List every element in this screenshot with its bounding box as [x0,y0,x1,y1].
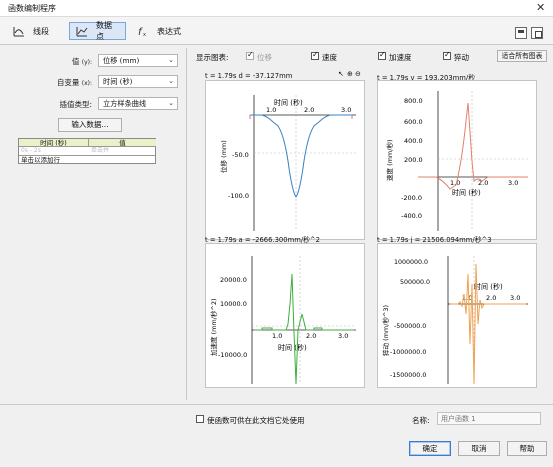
tick-y: -200.0 [401,194,422,202]
tick-x: 3.0 [341,106,351,114]
share-label: 使函数可供在此文档它处使用 [207,416,305,425]
tab-datapoint-label: 数据点 [96,21,112,41]
acceleration-ylabel: 加速度 (mm/秒^2) [209,298,218,356]
chevron-down-icon: ⌄ [168,99,174,107]
display-label: 显示图表: [196,53,229,62]
tick-x: 2.0 [306,332,316,340]
table-add-row[interactable]: 单击以添加行 [19,155,155,164]
tick-x: 3.0 [338,332,348,340]
tick-y: 10000.0 [220,300,247,308]
tick-y: -50.0 [232,151,249,159]
title-bar: 函数编制程序 ✕ [0,0,553,17]
datapoint-icon [76,27,88,37]
checkbox-acceleration-label: 加速度 [389,53,412,62]
acceleration-chart: 20000.0 10000.0 -10000.0 1.0 2.0 3.0 时间 … [209,256,356,385]
checkbox-acceleration[interactable] [378,50,386,60]
window-title: 函数编制程序 [8,4,56,13]
checkbox-jerk-label: 猝动 [454,53,469,62]
position-stat: t = 1.79s d = -37.127mm [205,72,293,80]
tick-x: 3.0 [508,179,518,187]
tick-y: -500000.0 [394,323,426,330]
tab-expression[interactable]: fx 表达式 [130,22,190,40]
chevron-down-icon: ⌄ [168,77,174,85]
value-combo[interactable]: 位移 (mm) ⌄ [98,54,178,67]
independent-label: 自变量 (x): [56,78,92,87]
left-pane: 值 (y): 位移 (mm) ⌄ 自变量 (x): 时间 (秒) ⌄ 插值类型: 立… [2,48,187,400]
tick-y: 400.0 [404,137,423,145]
tick-x: 3.0 [510,294,520,302]
independent-combo[interactable]: 时间 (秒) ⌄ [98,75,178,88]
input-data-button[interactable]: 输入数据... [58,118,122,132]
table-placeholder-value[interactable]: 单击并 [91,147,151,155]
tick-x: 2.0 [486,294,496,302]
jerk-xlabel: 时间 (秒) [474,282,503,291]
velocity-ylabel: 速度 (mm/秒) [385,140,394,182]
tick-y: -400.0 [401,212,422,220]
tick-y: -1500000.0 [390,372,426,379]
tick-y: 200.0 [404,156,423,164]
table-header-value: 值 [89,139,156,147]
position-chart: 时间 (秒) 1.0 2.0 3.0 -50.0 -100.0 位移 (mm) [219,95,356,231]
tab-segment-label: 线段 [33,26,49,36]
tab-expression-label: 表达式 [157,26,181,36]
tab-bar: 线段 数据点 fx 表达式 [0,17,553,45]
tab-datapoint[interactable]: 数据点 [69,21,126,41]
help-button[interactable]: 帮助 [507,441,547,456]
segment-icon [13,27,24,37]
checkbox-jerk[interactable] [443,50,451,60]
close-icon[interactable]: ✕ [536,1,545,14]
name-input[interactable] [437,412,541,425]
checkbox-velocity-label: 速度 [322,53,337,62]
tick-y: -1000000.0 [390,349,426,356]
tick-y: 20000.0 [220,276,247,284]
save-icon[interactable] [515,27,527,39]
velocity-xlabel: 时间 (秒) [452,188,481,197]
data-table[interactable]: 时间 (秒) 值 0s - 2s 单击并 单击以添加行 [18,138,156,164]
acceleration-xlabel: 时间 (秒) [278,343,307,352]
fit-all-button[interactable]: 适合所有图表 [497,50,547,62]
tick-y: 600.0 [404,118,423,126]
chevron-down-icon: ⌄ [168,56,174,64]
position-xlabel: 时间 (秒) [274,98,303,107]
position-ylabel: 位移 (mm) [219,140,228,173]
velocity-chart: 800.0 600.0 400.0 200.0 -200.0 -400.0 1.… [385,91,528,231]
share-checkbox[interactable] [196,415,204,423]
zoom-in-icon[interactable]: ⊕ [347,70,353,78]
tick-y: -100.0 [228,192,249,200]
tick-x: 2.0 [304,106,314,114]
footer-bar: 使函数可供在此文档它处使用 名称: 确定 取消 帮助 [0,404,553,467]
table-header-time: 时间 (秒) [19,139,89,147]
tick-y: -10000.0 [218,351,247,359]
tick-x: 1.0 [272,332,282,340]
cancel-button[interactable]: 取消 [458,441,500,456]
acceleration-plot[interactable]: 20000.0 10000.0 -10000.0 1.0 2.0 3.0 时间 … [205,243,365,388]
checkbox-velocity[interactable] [311,50,319,60]
interp-combo[interactable]: 立方样条曲线 ⌄ [98,97,178,110]
zoom-out-icon[interactable]: ⊖ [355,70,361,78]
tick-x: 1.0 [266,106,276,114]
svg-text:x: x [143,32,146,37]
value-label: 值 (y): [71,57,92,66]
interp-label: 插值类型: [59,100,92,109]
checkbox-position-label: 位移 [257,53,272,62]
jerk-ylabel: 猝动 (mm/秒^3) [381,305,390,356]
tick-y: 1000000.0 [394,259,428,266]
checkbox-position[interactable] [246,50,254,60]
plot-toolbar: ↖ ⊕ ⊖ [338,70,364,79]
table-placeholder-time[interactable]: 0s - 2s [21,147,87,155]
jerk-chart: 1000000.0 500000.0 -500000.0 -1000000.0 … [381,256,528,385]
right-pane: 显示图表: 位移 速度 加速度 猝动 适合所有图表 t = 1.79s d = … [191,48,551,400]
tab-segment[interactable]: 线段 [6,22,60,40]
ok-button[interactable]: 确定 [409,441,451,456]
function-icon: fx [138,27,146,37]
tick-y: 500000.0 [400,279,430,286]
jerk-plot[interactable]: 1000000.0 500000.0 -500000.0 -1000000.0 … [377,243,537,388]
tick-y: 800.0 [404,97,423,105]
name-label: 名称: [412,416,430,425]
export-icon[interactable] [531,27,543,39]
cursor-icon[interactable]: ↖ [338,70,344,78]
position-plot[interactable]: 时间 (秒) 1.0 2.0 3.0 -50.0 -100.0 位移 (mm) [205,80,365,240]
velocity-plot[interactable]: 800.0 600.0 400.0 200.0 -200.0 -400.0 1.… [377,80,537,240]
